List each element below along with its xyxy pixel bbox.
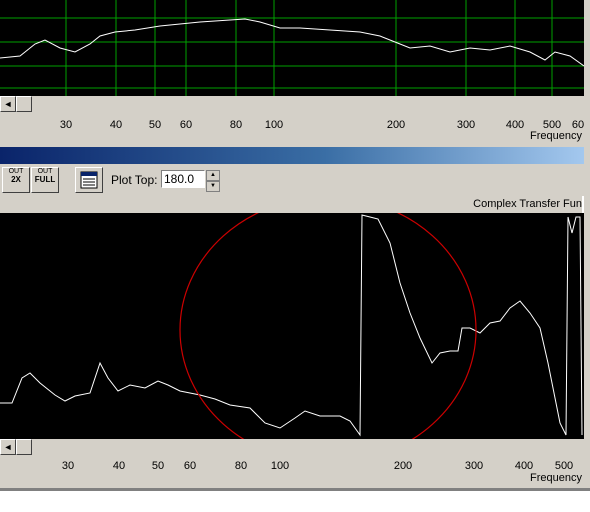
chart-title: Complex Transfer Fun [473, 198, 582, 210]
bottom-tick-label: 30 [61, 460, 75, 472]
top-tick-label: 300 [456, 119, 476, 131]
red-circle-annotation [179, 213, 477, 439]
bottom-tick-label: 200 [393, 460, 413, 472]
bottom-tick-label: 50 [151, 460, 165, 472]
top-tick-label: 100 [264, 119, 284, 131]
window-bottom-border [0, 488, 590, 491]
top-plot-area [0, 0, 584, 96]
top-tick-label: 200 [386, 119, 406, 131]
spin-down-icon[interactable]: ▼ [206, 181, 220, 192]
left-arrow-icon: ◄ [3, 99, 13, 109]
top-scroll-thumb[interactable] [16, 96, 32, 112]
spin-up-icon[interactable]: ▲ [206, 170, 220, 181]
bottom-tick-label: 400 [514, 460, 534, 472]
zoom-out-full-top-label: OUT [37, 168, 53, 175]
top-scrollbar[interactable]: ◄ [0, 96, 584, 112]
zoom-out-2x-top-label: OUT [8, 168, 24, 175]
plot-toolbar: OUT 2X OUT FULL Plot Top: ▲ ▼ [0, 164, 590, 196]
bottom-tick-label: 500 [554, 460, 574, 472]
left-arrow-icon: ◄ [3, 442, 13, 452]
window-bottom-area [0, 488, 590, 512]
top-scroll-left-button[interactable]: ◄ [0, 96, 16, 112]
window-right-edge [584, 0, 590, 496]
top-tick-label: 80 [229, 119, 243, 131]
bottom-tick-label: 300 [464, 460, 484, 472]
bottom-tick-label: 100 [270, 460, 290, 472]
top-tick-label: 400 [505, 119, 525, 131]
zoom-out-full-bottom-label: FULL [34, 175, 56, 184]
zoom-out-2x-button[interactable]: OUT 2X [2, 167, 30, 193]
zoom-out-2x-bottom-label: 2X [11, 175, 21, 184]
top-frequency-axis: 30 40 50 60 80 100 200 300 400 500 60 Fr… [0, 112, 584, 147]
plot-top-input[interactable] [161, 170, 205, 188]
chart-title-strip: Complex Transfer Fun [0, 196, 582, 213]
top-tick-label: 50 [148, 119, 162, 131]
bottom-tick-label: 80 [234, 460, 248, 472]
settings-grid-icon [80, 171, 98, 189]
zoom-out-full-button[interactable]: OUT FULL [31, 167, 59, 193]
top-plot-svg [0, 0, 584, 96]
bottom-trace-line [0, 214, 583, 437]
plot-top-spinner[interactable]: ▲ ▼ [206, 170, 220, 192]
bottom-plot-svg [0, 213, 583, 439]
top-tick-label: 60 [179, 119, 193, 131]
top-tick-label: 30 [59, 119, 73, 131]
bottom-frequency-axis: 30 40 50 60 80 100 200 300 400 500 Frequ… [0, 455, 584, 488]
plot-settings-button[interactable] [75, 167, 103, 193]
plot-top-label: Plot Top: [111, 173, 158, 187]
bottom-tick-label: 60 [183, 460, 197, 472]
bottom-scroll-left-button[interactable]: ◄ [0, 439, 16, 455]
top-axis-title: Frequency [530, 130, 582, 142]
bottom-scrollbar[interactable]: ◄ [0, 439, 584, 455]
window-title-bar[interactable] [0, 147, 590, 164]
bottom-plot-area [0, 213, 584, 439]
bottom-axis-title: Frequency [530, 472, 582, 484]
top-tick-label: 40 [109, 119, 123, 131]
bottom-tick-label: 40 [112, 460, 126, 472]
bottom-scroll-thumb[interactable] [16, 439, 32, 455]
